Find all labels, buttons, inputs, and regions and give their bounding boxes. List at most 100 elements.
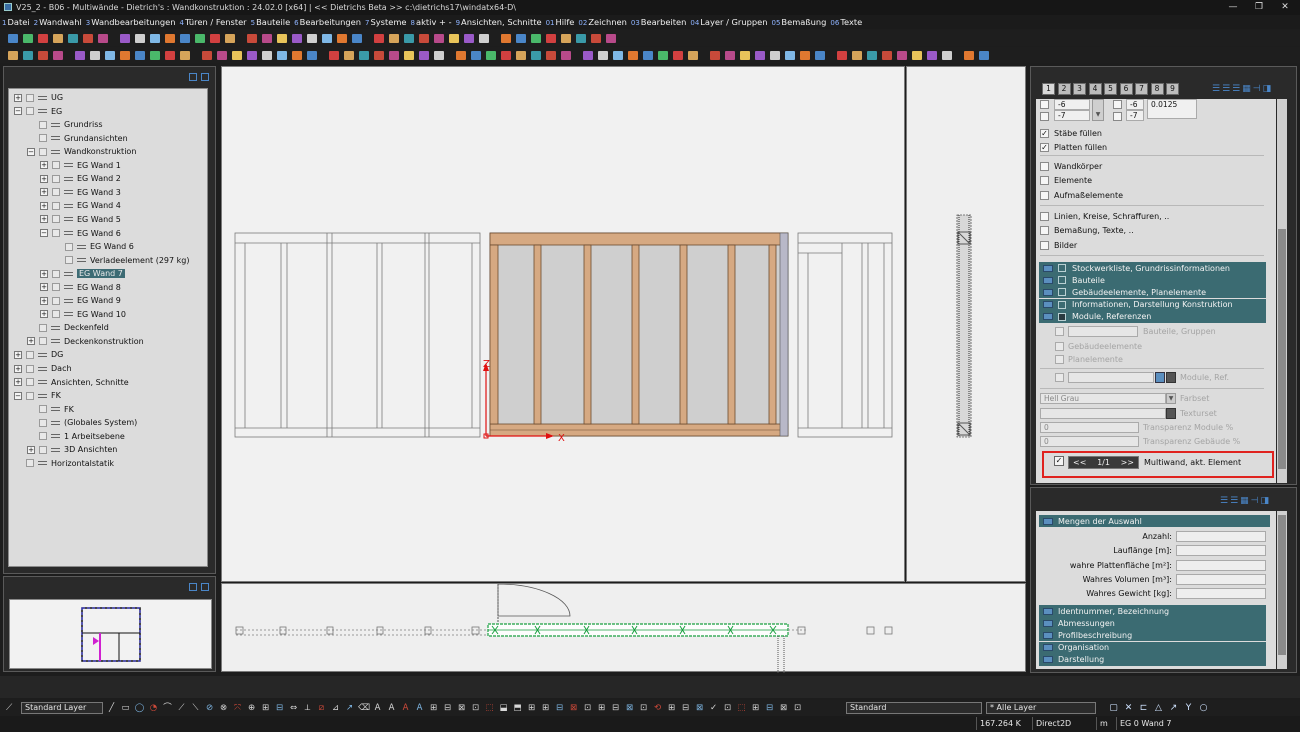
category-row[interactable]: Stockwerkliste, Grundrissinformationen [1039,262,1266,274]
toolbar-button-icon[interactable] [96,32,109,44]
visibility-checkbox[interactable] [52,229,60,237]
drawing-tool-icon[interactable]: ⌒ [162,702,173,714]
tree-item[interactable]: Horizontalstatik [14,457,114,470]
drawing-tool-icon[interactable]: ⊞ [540,702,551,714]
dock-icon[interactable]: ◨ [1263,84,1274,94]
texturset-browse-icon[interactable] [1166,408,1176,419]
toolbar-button-icon[interactable] [103,49,116,61]
tree-item[interactable]: + EG Wand 5 [40,213,121,226]
toolbar-button-icon[interactable] [178,49,191,61]
toolbar-button-icon[interactable] [66,32,79,44]
snap-tool-icon[interactable]: ○ [1198,702,1209,714]
checkbox[interactable] [1058,312,1066,321]
visibility-checkbox[interactable] [26,391,34,400]
toolbar-button-icon[interactable] [432,32,445,44]
toolbar-button-icon[interactable] [118,32,131,44]
drawing-tool-icon[interactable]: ⧄ [316,702,327,714]
snap-tool-icon[interactable]: ⊏ [1138,702,1149,714]
menu-item[interactable]: 4Türen / Fenster [180,17,247,27]
drawing-tool-icon[interactable]: ⟲ [652,702,663,714]
toolbar-button-icon[interactable] [215,49,228,61]
toolbar-button-icon[interactable] [163,49,176,61]
toolbar-button-icon[interactable] [275,32,288,44]
toolbar-button-icon[interactable] [245,49,258,61]
drawing-tool-icon[interactable]: ⊠ [694,702,705,714]
tree-item[interactable]: − FK [14,389,61,402]
visibility-checkbox[interactable] [39,405,47,414]
toolbar-button-icon[interactable] [738,49,751,61]
command-line[interactable] [0,676,1300,698]
menu-item[interactable]: 01Hilfe [546,17,575,27]
toolbar-button-icon[interactable] [230,49,243,61]
pin-icon[interactable]: ⊣ [1251,496,1261,506]
toolbar-button-icon[interactable] [163,32,176,44]
visibility-checkbox[interactable] [26,93,34,102]
value-field-a1[interactable]: -6 [1054,99,1090,110]
toolbar-button-icon[interactable] [514,32,527,44]
checkbox[interactable] [1040,226,1049,235]
toolbar-button-icon[interactable] [559,49,572,61]
expand-icon[interactable]: + [40,269,48,278]
planelemente-checkbox[interactable] [1055,355,1064,364]
toolbar-button-icon[interactable] [290,49,303,61]
menu-item[interactable]: 8aktiv + - [411,17,452,27]
toolbar-button-icon[interactable] [402,49,415,61]
toolbar-button-icon[interactable] [641,49,654,61]
toolbar-button-icon[interactable] [417,32,430,44]
snap-tool-icon[interactable]: Y [1183,702,1194,714]
transparenz-module-field[interactable]: 0 [1040,422,1139,433]
checkbox[interactable] [1040,240,1049,250]
toolbar-button-icon[interactable] [783,49,796,61]
toolbar-button-icon[interactable] [305,32,318,44]
farbset-select[interactable]: Hell Grau [1040,393,1166,404]
toolbar-button-icon[interactable] [686,49,699,61]
drawing-tool-icon[interactable]: ⤧ [232,702,243,714]
option-checkbox[interactable] [1040,100,1049,109]
menu-item[interactable]: 06Texte [830,17,862,27]
next-element-button[interactable]: >> [1121,458,1134,467]
expand-icon[interactable]: + [40,174,48,183]
drawing-tool-icon[interactable]: ⊟ [680,702,691,714]
toolbar-button-icon[interactable] [574,32,587,44]
visibility-checkbox[interactable] [65,242,73,251]
toolbar-button-icon[interactable] [200,49,213,61]
scrollbar-thumb[interactable] [1278,515,1286,655]
expand-icon[interactable]: + [27,337,35,346]
drawing-tool-icon[interactable]: ⊟ [274,702,285,714]
toolbar-button-icon[interactable] [118,49,131,61]
visibility-checkbox[interactable] [26,364,34,373]
drawing-tool-icon[interactable]: ⊕ [246,702,257,714]
collapse-icon[interactable]: − [40,229,48,237]
menu-item[interactable]: 04Layer / Gruppen [690,17,767,27]
toolbar-button-icon[interactable] [940,49,953,61]
grid-icon[interactable]: ▦ [1240,496,1251,506]
toolbar-button-icon[interactable] [305,49,318,61]
toolbar-button-icon[interactable] [589,32,602,44]
menu-item[interactable]: 05Bemaßung [772,17,827,27]
toolbar-button-icon[interactable] [417,49,430,61]
snap-tool-icon[interactable]: ▢ [1108,702,1119,714]
fill-option[interactable]: ✓ Platten füllen [1040,141,1107,153]
toolbar-button-icon[interactable] [962,49,975,61]
toolbar-button-icon[interactable] [133,32,146,44]
expand-icon[interactable]: + [27,445,35,454]
drawing-tool-icon[interactable]: ⊠ [456,702,467,714]
toolbar-button-icon[interactable] [499,49,512,61]
scrollbar-thumb[interactable] [1278,229,1286,469]
drawing-tool-icon[interactable]: ⬚ [736,702,747,714]
toolbar-button-icon[interactable] [178,32,191,44]
tree-item[interactable]: Grundansichten [27,132,128,145]
drawing-tool-icon[interactable]: ⊠ [624,702,635,714]
drawing-tool-icon[interactable]: ↗ [344,702,355,714]
visibility-checkbox[interactable] [52,161,60,170]
tree-item[interactable]: + EG Wand 10 [40,308,126,321]
quantities-header[interactable]: Mengen der Auswahl [1039,515,1270,527]
drawing-tool-icon[interactable]: ⬚ [484,702,495,714]
visibility-option[interactable]: Aufmaßelemente [1040,189,1123,201]
toolbar-button-icon[interactable] [925,49,938,61]
checkbox[interactable] [1058,300,1066,309]
toolbar-button-icon[interactable] [148,49,161,61]
snap-tool-icon[interactable]: ✕ [1123,702,1134,714]
toolbar-button-icon[interactable] [51,32,64,44]
toolbar-button-icon[interactable] [275,49,288,61]
